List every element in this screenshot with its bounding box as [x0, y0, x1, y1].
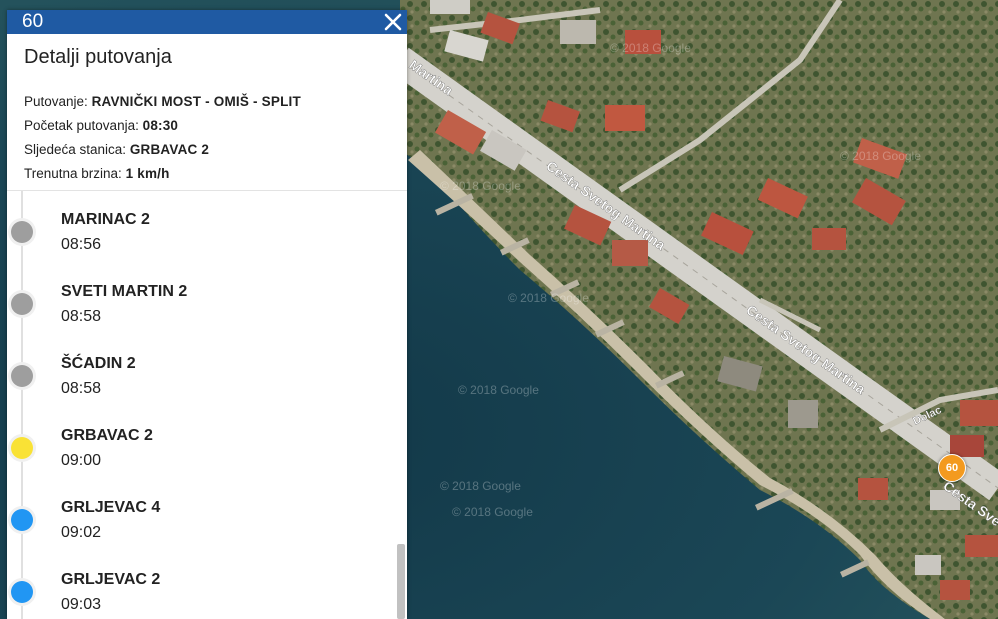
- start-label: Početak putovanja:: [24, 118, 139, 133]
- trip-details-panel: 60 Detalji putovanja Putovanje: RAVNIČKI…: [7, 10, 407, 619]
- svg-text:© 2018 Google: © 2018 Google: [840, 149, 921, 163]
- speed-label: Trenutna brzina:: [24, 166, 122, 181]
- scrollbar-thumb[interactable]: [397, 544, 405, 619]
- stop-item[interactable]: GRLJEVAC 2 09:03: [7, 561, 395, 619]
- stop-time: 09:02: [61, 524, 102, 541]
- stop-status-dot: [11, 293, 33, 315]
- bus-marker-icon[interactable]: 60: [938, 454, 966, 482]
- speed-line: Trenutna brzina: 1 km/h: [24, 166, 170, 181]
- stop-status-dot: [11, 437, 33, 459]
- trip-label: Putovanje:: [24, 94, 88, 109]
- stop-time: 08:56: [61, 236, 102, 253]
- stop-name: ŠĆADIN 2: [61, 355, 136, 372]
- stop-item[interactable]: GRLJEVAC 4 09:02: [7, 489, 395, 561]
- close-icon[interactable]: [383, 11, 403, 33]
- trip-details: Detalji putovanja Putovanje: RAVNIČKI MO…: [7, 34, 407, 191]
- stop-item[interactable]: ŠĆADIN 2 08:58: [7, 345, 395, 417]
- next-stop-value: GRBAVAC 2: [129, 142, 210, 157]
- stop-status-dot: [11, 221, 33, 243]
- details-title: Detalji putovanja: [24, 46, 172, 68]
- stop-name: GRLJEVAC 4: [61, 499, 161, 516]
- stop-time: 08:58: [61, 380, 102, 397]
- stop-status-dot: [11, 509, 33, 531]
- route-number: 60: [22, 11, 44, 32]
- stop-name: GRBAVAC 2: [61, 427, 153, 444]
- next-stop-label: Sljedeća stanica:: [24, 142, 127, 157]
- start-value: 08:30: [142, 118, 179, 133]
- svg-text:© 2018 Google: © 2018 Google: [508, 291, 589, 305]
- trip-line: Putovanje: RAVNIČKI MOST - OMIŠ - SPLIT: [24, 94, 301, 109]
- stop-name: MARINAC 2: [61, 211, 150, 228]
- svg-text:© 2018 Google: © 2018 Google: [440, 479, 521, 493]
- stop-time: 09:00: [61, 452, 102, 469]
- trip-value: RAVNIČKI MOST - OMIŠ - SPLIT: [91, 94, 301, 109]
- stop-item[interactable]: GRBAVAC 2 09:00: [7, 417, 395, 489]
- start-line: Početak putovanja: 08:30: [24, 118, 178, 133]
- svg-text:© 2018 Google: © 2018 Google: [458, 383, 539, 397]
- svg-text:© 2018 Google: © 2018 Google: [452, 505, 533, 519]
- svg-text:© 2018 Google: © 2018 Google: [440, 179, 521, 193]
- speed-value: 1 km/h: [125, 166, 170, 181]
- svg-text:© 2018 Google: © 2018 Google: [610, 41, 691, 55]
- stops-list[interactable]: MARINAC 2 08:56 SVETI MARTIN 2 08:58 ŠĆA…: [7, 191, 407, 619]
- stop-item[interactable]: SVETI MARTIN 2 08:58: [7, 273, 395, 345]
- stop-time: 09:03: [61, 596, 102, 613]
- panel-header: 60: [7, 10, 407, 34]
- stop-time: 08:58: [61, 308, 102, 325]
- stop-name: SVETI MARTIN 2: [61, 283, 188, 300]
- stop-item[interactable]: MARINAC 2 08:56: [7, 201, 395, 273]
- stop-name: GRLJEVAC 2: [61, 571, 161, 588]
- stop-status-dot: [11, 581, 33, 603]
- stop-status-dot: [11, 365, 33, 387]
- next-stop-line: Sljedeća stanica: GRBAVAC 2: [24, 142, 209, 157]
